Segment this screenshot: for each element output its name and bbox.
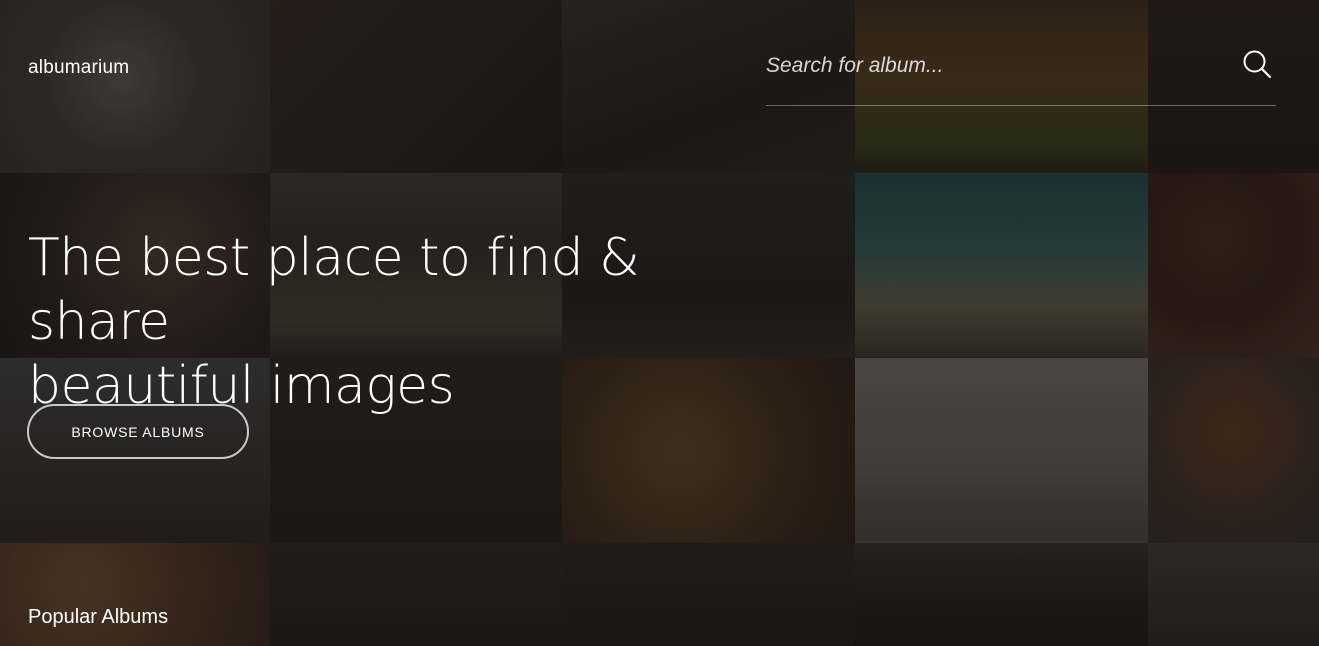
search-bar: [766, 45, 1276, 106]
search-icon[interactable]: [1242, 49, 1272, 79]
browse-albums-button[interactable]: BROWSE ALBUMS: [27, 404, 249, 459]
search-input[interactable]: [766, 47, 1226, 85]
popular-albums-heading: Popular Albums: [28, 606, 169, 628]
hero-headline-line-1: The best place to find & share: [28, 228, 640, 352]
site-logo[interactable]: albumarium: [28, 57, 129, 79]
hero-headline: The best place to find & share beautiful…: [28, 226, 788, 418]
